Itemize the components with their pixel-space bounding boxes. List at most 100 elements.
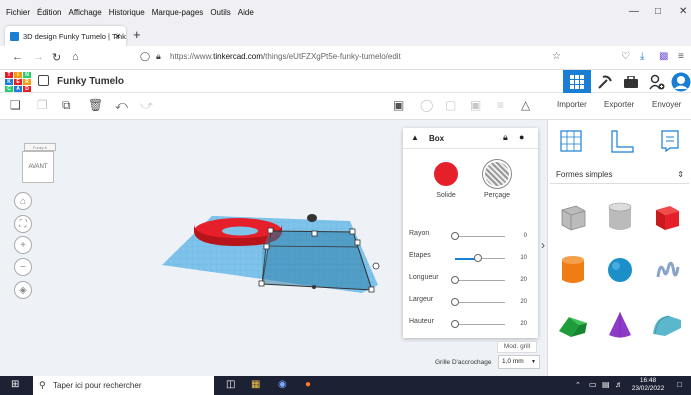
windows-start-icon[interactable]: ⊞ (11, 379, 19, 390)
shape-cylinder-hole[interactable] (598, 192, 642, 242)
send-button[interactable]: Envoyer (652, 100, 681, 109)
shield-icon[interactable]: ◯ (140, 51, 150, 62)
light-bulb-icon[interactable]: ◯ (420, 98, 433, 112)
mirror-icon[interactable]: △ (521, 98, 530, 112)
volume-icon[interactable]: ♬ (615, 380, 623, 389)
reload-icon[interactable]: ↻ (52, 51, 61, 64)
network-icon[interactable]: ▭ (589, 380, 597, 389)
small-black-shape[interactable] (307, 214, 317, 222)
forward-icon[interactable]: → (33, 51, 44, 63)
minimize-icon[interactable]: — (629, 6, 639, 17)
blocks-pickaxe-icon[interactable] (591, 70, 619, 93)
param-slider[interactable] (451, 320, 505, 328)
taskbar-search[interactable]: ⚲ Taper ici pour rechercher (33, 376, 214, 395)
param-slider[interactable] (451, 298, 505, 306)
hole-option[interactable]: Perçage (477, 162, 517, 199)
3d-view-icon[interactable] (563, 70, 591, 93)
menu-fichier[interactable]: Fichier (6, 8, 30, 17)
shape-category-select[interactable]: Formes simples ⇕ (550, 166, 689, 184)
param-largeur[interactable]: Largeur 20 (409, 296, 533, 310)
lock-icon[interactable]: 🔒︎ (156, 51, 161, 62)
shape-scribble[interactable] (645, 245, 689, 295)
menu-aide[interactable]: Aide (238, 8, 254, 17)
slider-knob[interactable] (473, 254, 482, 262)
briefcase-icon[interactable] (617, 70, 645, 93)
param-etapes[interactable]: Etapes 10 (409, 252, 533, 266)
shape-box[interactable] (645, 192, 689, 242)
notes-icon[interactable]: ▣ (393, 98, 404, 112)
param-slider[interactable] (451, 276, 505, 284)
redo-icon[interactable]: ⤻ (140, 98, 153, 113)
param-slider[interactable] (455, 254, 505, 262)
display-icon[interactable]: ▤ (602, 380, 610, 389)
browser-tab[interactable]: 3D design Funky Tumelo | Tink ✕ (5, 26, 126, 46)
solid-swatch[interactable] (434, 162, 458, 186)
maximize-icon[interactable]: □ (655, 6, 661, 17)
notes-panel-icon[interactable] (661, 130, 679, 154)
teams-icon[interactable]: ◉ (278, 379, 287, 390)
file-explorer-icon[interactable]: ▦ (251, 379, 260, 390)
slider-knob[interactable] (451, 298, 459, 306)
ruler-icon[interactable] (610, 130, 634, 156)
lock-shape-icon[interactable]: 🔒︎ (503, 132, 508, 143)
collapse-icon[interactable]: ▲ (411, 133, 419, 142)
menu-icon[interactable]: ≡ (678, 51, 684, 62)
param-rayon[interactable]: Rayon 0 (409, 230, 533, 244)
param-value[interactable]: 0 (524, 233, 527, 239)
new-tab-icon[interactable]: + (133, 27, 141, 42)
param-longueur[interactable]: Longueur 20 (409, 274, 533, 288)
menu-historique[interactable]: Historique (109, 8, 145, 17)
project-title[interactable]: Funky Tumelo (57, 76, 124, 87)
param-value[interactable]: 20 (520, 321, 527, 327)
tab-close-icon[interactable]: ✕ (114, 32, 121, 41)
home-icon[interactable]: ⌂ (72, 51, 79, 63)
param-slider[interactable] (451, 232, 505, 240)
back-icon[interactable]: ← (12, 51, 23, 63)
shape-sphere[interactable] (598, 245, 642, 295)
menu-outils[interactable]: Outils (210, 8, 230, 17)
url-field[interactable]: https://www.tinkercad.com/things/eUtFZXg… (170, 52, 401, 61)
designs-menu-icon[interactable] (38, 75, 49, 86)
tray-chevron-icon[interactable]: ⌃ (575, 381, 581, 389)
light-icon[interactable]: ● (519, 132, 524, 142)
export-button[interactable]: Exporter (604, 100, 634, 109)
duplicate-icon[interactable]: ⧉ (62, 98, 71, 113)
taskbar-clock[interactable]: 16:48 23/02/2022 (628, 377, 668, 393)
firefox-icon[interactable]: ● (305, 379, 311, 390)
shape-cylinder[interactable] (551, 245, 595, 295)
param-value[interactable]: 20 (520, 277, 527, 283)
trash-icon[interactable]: 🗑︎ (88, 98, 103, 112)
extension-icon[interactable]: ▩ (659, 51, 668, 62)
snap-grid-select[interactable]: 1,0 mm ▼ (498, 355, 540, 369)
slider-knob[interactable] (451, 276, 459, 284)
pocket-icon[interactable]: ♡ (621, 51, 630, 62)
grid-panel-icon[interactable] (560, 130, 582, 154)
ungroup-icon[interactable]: ▣ (470, 98, 481, 112)
param-hauteur[interactable]: Hauteur 20 (409, 318, 533, 332)
param-value[interactable]: 10 (520, 255, 527, 261)
paste-icon[interactable]: ❐ (37, 98, 48, 112)
menu-affichage[interactable]: Affichage (68, 8, 101, 17)
notification-icon[interactable]: □ (677, 380, 682, 389)
download-icon[interactable]: ⤓ (640, 51, 644, 62)
menu-edition[interactable]: Édition (37, 8, 61, 17)
tinkercad-logo[interactable]: T I N K E R C A D (5, 72, 31, 92)
slider-knob[interactable] (451, 320, 459, 328)
shape-roof[interactable] (551, 300, 595, 350)
shape-box-hole[interactable] (551, 192, 595, 242)
panel-toggle-icon[interactable]: › (541, 238, 545, 252)
hole-swatch[interactable] (485, 162, 509, 186)
align-icon[interactable]: ≡ (497, 98, 504, 112)
avatar[interactable] (667, 70, 691, 93)
group-icon[interactable]: ▢ (445, 98, 456, 112)
copy-icon[interactable]: ❏ (10, 98, 21, 112)
shape-cone[interactable] (598, 300, 642, 350)
edit-grid-button[interactable]: Mod. grill (497, 341, 537, 353)
param-value[interactable]: 20 (520, 299, 527, 305)
slider-knob[interactable] (451, 232, 459, 240)
solid-option[interactable]: Solide (426, 162, 466, 199)
bookmark-star-icon[interactable]: ☆ (552, 51, 561, 62)
task-view-icon[interactable]: ◫ (226, 379, 235, 390)
undo-icon[interactable]: ⤺ (115, 98, 128, 113)
close-window-icon[interactable]: ✕ (679, 6, 687, 17)
